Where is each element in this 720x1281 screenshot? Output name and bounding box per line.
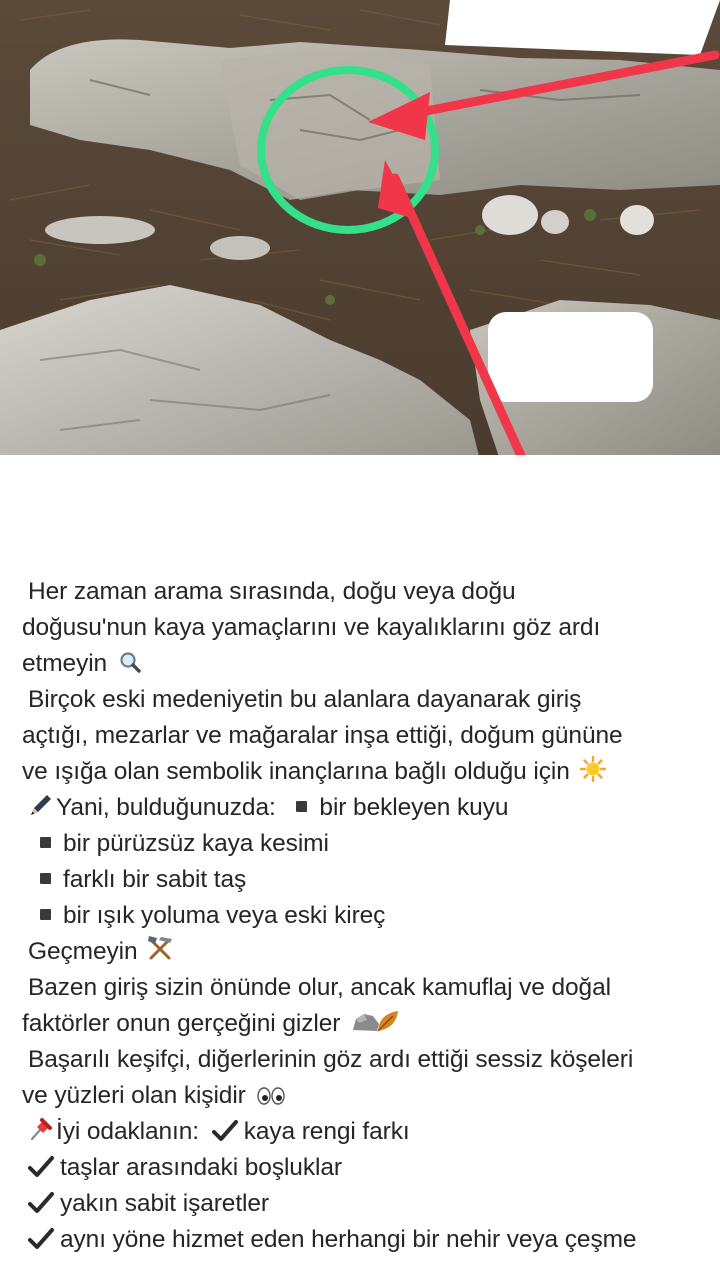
annotated-rock-photo <box>0 0 720 460</box>
text-line-5: açtığı, mezarlar ve mağaralar inşa ettiğ… <box>22 722 623 749</box>
white-redaction-band <box>0 455 720 575</box>
check-mark-icon <box>211 1118 238 1154</box>
text-line-9: farklı bir sabit taş <box>22 862 712 898</box>
text-line-11: Geçmeyin <box>22 934 712 970</box>
check-mark-icon <box>28 1190 54 1226</box>
text-line-4: Birçok eski medeniyetin bu alanlara daya… <box>28 686 582 713</box>
text-line-18: yakın sabit işaretler <box>22 1186 712 1222</box>
leaf-icon <box>375 1008 401 1045</box>
black-square-bullet-icon <box>40 909 51 920</box>
text-line-16: İyi odaklanın: kaya rengi farkı <box>22 1114 712 1150</box>
text-line-6: ve ışığa olan sembolik inançlarına bağlı… <box>22 754 712 790</box>
hammer-pick-icon <box>146 934 174 973</box>
text-line-17: taşlar arasındaki boşluklar <box>22 1150 712 1186</box>
pen-icon <box>28 792 54 829</box>
black-square-bullet-icon <box>40 873 51 884</box>
text-line-10: bir ışık yoluma veya eski kireç <box>22 898 712 934</box>
text-line-13: faktörler onun gerçeğini gizler <box>22 1006 712 1042</box>
black-square-bullet-icon <box>296 801 308 812</box>
check-mark-icon <box>28 1154 54 1190</box>
pushpin-icon <box>28 1116 54 1153</box>
text-line-2: doğusu'nun kaya yamaçlarını ve kayalıkla… <box>22 614 601 641</box>
text-line-8: bir pürüzsüz kaya kesimi <box>22 826 712 862</box>
text-line-19: aynı yöne hizmet eden herhangi bir nehir… <box>22 1222 712 1258</box>
sun-icon <box>580 755 607 793</box>
rock-photo-drawing <box>0 0 720 460</box>
text-line-1: Her zaman arama sırasında, doğu veya doğ… <box>28 578 516 605</box>
magnifying-glass-icon <box>118 649 142 685</box>
text-line-14: Başarılı keşifçi, diğerlerinin göz ardı … <box>28 1046 634 1073</box>
eyes-icon <box>256 1081 286 1117</box>
text-line-15: ve yüzleri olan kişidir <box>22 1078 712 1114</box>
text-line-12: Bazen giriş sizin önünde olur, ancak kam… <box>28 974 611 1001</box>
post-text: Her zaman arama sırasında, doğu veya doğ… <box>22 574 712 1258</box>
text-line-3: etmeyin <box>22 646 712 682</box>
black-square-bullet-icon <box>40 837 51 848</box>
text-line-7: Yani, bulduğunuzda: bir bekleyen kuyu <box>22 790 712 826</box>
check-mark-icon <box>28 1226 54 1262</box>
